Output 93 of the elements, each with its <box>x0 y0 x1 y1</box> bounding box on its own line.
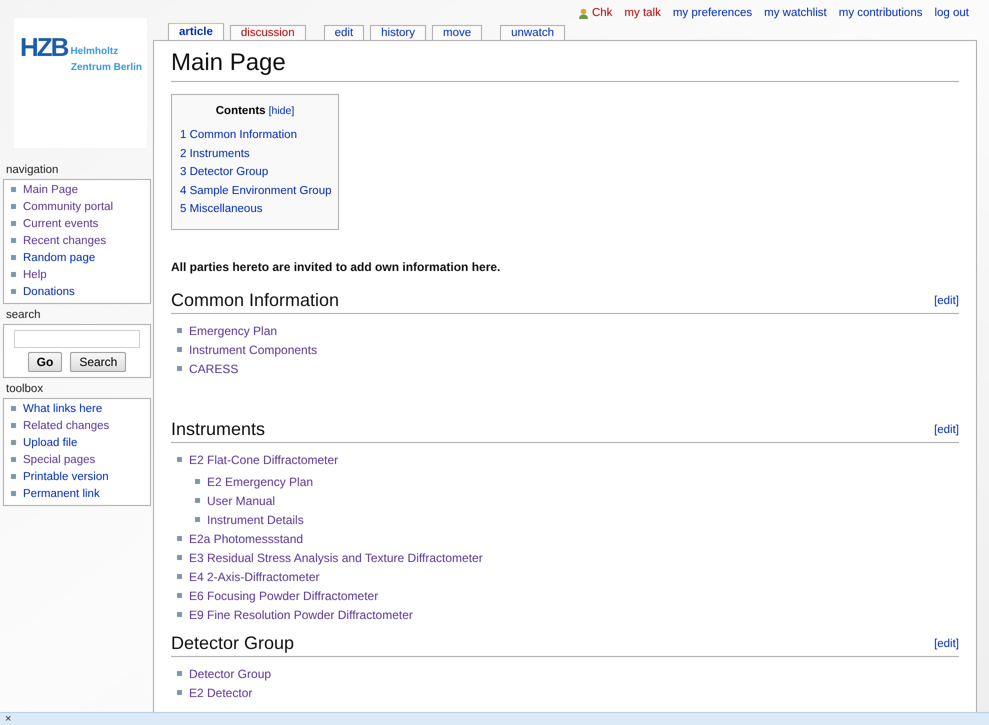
search-field[interactable] <box>14 330 140 348</box>
tab[interactable]: move <box>432 25 482 40</box>
logo[interactable]: HZB Helmholtz Zentrum Berlin <box>14 18 147 148</box>
link[interactable]: CARESS <box>189 360 238 378</box>
bullet-icon <box>177 536 182 541</box>
page-title: Main Page <box>171 47 959 82</box>
toc-link[interactable]: 4 Sample Environment Group <box>180 182 330 200</box>
tab[interactable]: history <box>370 25 426 40</box>
section-heading: Instruments <box>171 418 266 441</box>
link[interactable]: Instrument Details <box>207 511 304 530</box>
link[interactable]: E2 Detector <box>189 684 252 702</box>
bullet-icon <box>177 456 182 462</box>
toc-link[interactable]: 2 Instruments <box>180 144 330 164</box>
personal-link[interactable]: my talk <box>624 7 661 19</box>
portlet-title: navigation <box>5 163 60 178</box>
bullet-icon <box>11 491 16 496</box>
go-button[interactable]: Go <box>28 352 62 372</box>
bullet-icon <box>11 255 16 260</box>
logo-text: Helmholtz <box>70 45 118 59</box>
bullet-icon <box>177 554 182 560</box>
toc-title: Contents <box>216 104 266 119</box>
sidebar-link[interactable]: Donations <box>23 284 75 302</box>
logo-text: Zentrum Berlin <box>70 61 143 75</box>
personal-link[interactable]: my contributions <box>838 7 922 19</box>
personal-link[interactable]: my preferences <box>672 7 752 19</box>
link[interactable]: Emergency Plan <box>189 322 278 340</box>
sidebar-link[interactable]: Random page <box>23 250 96 268</box>
bullet-icon <box>11 406 16 411</box>
sidebar-link[interactable]: Printable version <box>23 468 109 486</box>
sidebar-link[interactable]: Upload file <box>23 434 78 452</box>
bullet-icon <box>11 221 16 226</box>
toc-link[interactable]: 1 Common Information <box>180 126 330 145</box>
user-link[interactable]: Chk <box>578 7 612 19</box>
link[interactable]: E2 Flat-Cone Diffractometer <box>189 451 338 470</box>
link[interactable]: Detector Group <box>189 665 272 684</box>
bullet-icon <box>177 592 182 598</box>
sidebar-link[interactable]: Community portal <box>23 198 114 216</box>
edit-link[interactable]: [edit] <box>934 636 959 653</box>
user-icon <box>578 8 589 18</box>
sidebar-link[interactable]: Main Page <box>23 182 78 200</box>
bullet-icon <box>177 346 182 352</box>
search-button[interactable]: Search <box>70 352 126 372</box>
bullet-icon <box>177 690 182 695</box>
link[interactable]: E2a Photomessstand <box>189 530 304 548</box>
tab[interactable]: discussion <box>230 25 306 40</box>
link[interactable]: User Manual <box>207 492 276 510</box>
bullet-icon <box>177 366 182 371</box>
link[interactable]: E2 Emergency Plan <box>207 473 314 492</box>
personal-link[interactable]: log out <box>934 7 969 19</box>
section-heading: Common Information <box>171 288 340 312</box>
bullet-icon <box>195 498 200 503</box>
link[interactable]: Instrument Components <box>189 341 318 360</box>
edit-link[interactable]: [edit] <box>934 292 959 310</box>
bullet-icon <box>177 574 182 579</box>
bullet-icon <box>11 289 16 294</box>
link[interactable]: E3 Residual Stress Analysis and Texture Diffractometer <box>189 549 483 568</box>
sidebar-link[interactable]: Permanent link <box>23 486 100 504</box>
link[interactable]: E6 Focusing Powder Diffractometer <box>189 587 378 606</box>
toc-link[interactable]: 5 Miscellaneous <box>180 200 330 219</box>
portlet-title: toolbox <box>5 382 44 397</box>
sidebar-link[interactable]: What links here <box>23 400 102 418</box>
bullet-icon <box>11 457 16 462</box>
section-heading: Detector Group <box>171 632 294 655</box>
link[interactable]: E4 2-Axis-Diffractometer <box>189 568 320 586</box>
bullet-icon <box>11 204 16 209</box>
logo-mark: HZB <box>20 34 68 60</box>
link[interactable]: E9 Fine Resolution Powder Diffractometer <box>189 606 413 624</box>
portlet-title: search <box>5 308 42 323</box>
bullet-icon <box>11 440 16 445</box>
intro-text: All parties hereto are invited to add own information here. <box>171 258 502 276</box>
toc-toggle[interactable]: [hide] <box>268 104 294 120</box>
bullet-icon <box>11 423 16 428</box>
bullet-icon <box>195 478 200 484</box>
edit-link[interactable]: [edit] <box>934 422 959 439</box>
bullet-icon <box>177 670 182 676</box>
bullet-icon <box>11 474 16 479</box>
bullet-icon <box>11 272 16 277</box>
sidebar-link[interactable]: Related changes <box>23 418 110 436</box>
bullet-icon <box>177 612 182 617</box>
sidebar-link[interactable]: Current events <box>23 216 98 234</box>
tab[interactable]: unwatch <box>500 25 565 40</box>
bullet-icon <box>177 328 182 333</box>
bullet-icon <box>195 516 200 522</box>
close-button[interactable]: × <box>5 714 12 724</box>
sidebar-link[interactable]: Special pages <box>23 452 96 470</box>
sidebar-link[interactable]: Recent changes <box>23 232 106 250</box>
tab[interactable]: article <box>168 23 224 40</box>
personal-link[interactable]: my watchlist <box>764 7 827 19</box>
bullet-icon <box>11 238 16 243</box>
tab[interactable]: edit <box>324 25 364 40</box>
sidebar-link[interactable]: Help <box>23 266 47 284</box>
bullet-icon <box>11 187 16 192</box>
toc-link[interactable]: 3 Detector Group <box>180 163 330 182</box>
